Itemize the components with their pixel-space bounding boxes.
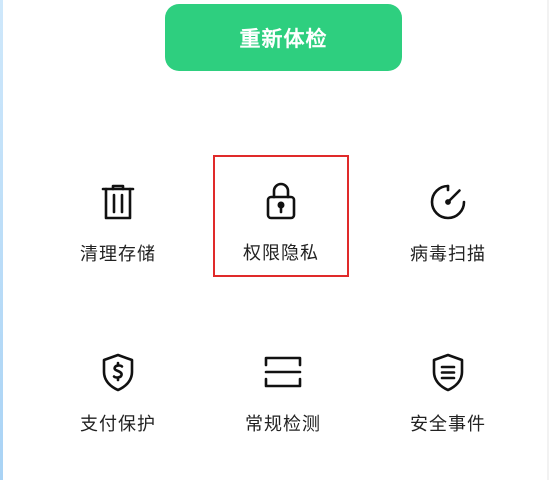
tile-label: 支付保护 [80,414,156,435]
tile-permission-privacy[interactable]: 权限隐私 [213,155,349,277]
recheck-button[interactable]: 重新体检 [165,4,402,71]
tile-clean-storage[interactable]: 清理存储 [52,158,184,276]
lock-icon [215,179,347,223]
shield-list-icon [382,350,514,394]
tile-label: 常规检测 [245,414,321,435]
tile-label: 病毒扫描 [410,244,486,265]
tile-label: 安全事件 [410,414,486,435]
tile-label: 权限隐私 [243,243,319,264]
tile-virus-scan[interactable]: 病毒扫描 [382,158,514,276]
gauge-icon [382,180,514,224]
tile-routine-check[interactable]: 常规检测 [217,328,349,446]
left-edge-divider [0,0,3,480]
tile-payment-protection[interactable]: 支付保护 [52,328,184,446]
scan-icon [217,350,349,394]
tile-label: 清理存储 [80,244,156,265]
trash-icon [52,180,184,224]
security-panel: 重新体检 清理存储 权限隐私 病毒扫描 支付保护 常规检测 安全事件 [0,0,549,480]
shield-dollar-icon [52,350,184,394]
tile-security-events[interactable]: 安全事件 [382,328,514,446]
